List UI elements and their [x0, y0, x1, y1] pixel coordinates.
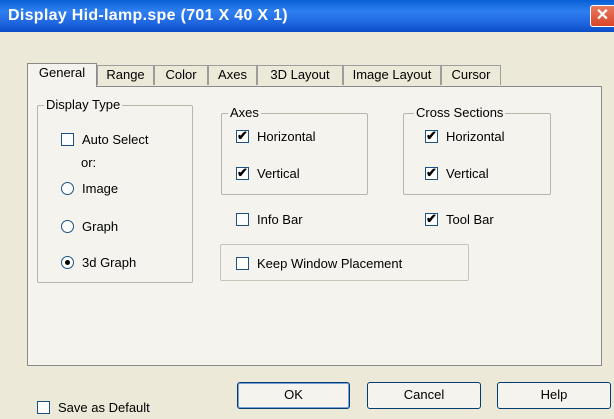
tab-general[interactable]: General — [27, 63, 97, 87]
tab-image-layout[interactable]: Image Layout — [343, 65, 441, 85]
ok-button[interactable]: OK — [237, 382, 350, 409]
axes-group: Axes — [221, 105, 368, 195]
axes-legend: Axes — [228, 105, 261, 120]
info-bar-label: Info Bar — [257, 212, 303, 227]
cross-sections-legend: Cross Sections — [414, 105, 506, 120]
radio-circle — [61, 220, 74, 233]
checkbox-box: ✔ — [425, 165, 438, 180]
tab-cursor[interactable]: Cursor — [441, 65, 501, 85]
checkbox-box — [37, 401, 50, 414]
axes-vertical-checkbox[interactable]: ✔ Vertical — [236, 165, 300, 181]
checkbox-box: ✔ — [236, 128, 249, 143]
cross-horizontal-label: Horizontal — [446, 129, 505, 144]
tab-range[interactable]: Range — [97, 65, 154, 85]
help-button[interactable]: Help — [497, 382, 611, 409]
check-icon: ✔ — [426, 128, 437, 143]
cross-horizontal-checkbox[interactable]: ✔ Horizontal — [425, 128, 505, 144]
radio-circle — [61, 256, 74, 269]
3d-graph-radio[interactable]: 3d Graph — [61, 255, 136, 270]
save-as-default-checkbox[interactable]: Save as Default — [37, 400, 150, 415]
image-label: Image — [82, 181, 119, 196]
display-type-legend: Display Type — [44, 97, 123, 112]
close-icon: ✕ — [595, 7, 610, 24]
tool-bar-label: Tool Bar — [446, 212, 494, 227]
tab-3d-layout[interactable]: 3D Layout — [257, 65, 343, 85]
tool-bar-checkbox[interactable]: ✔ Tool Bar — [425, 211, 494, 227]
check-icon: ✔ — [237, 165, 248, 180]
radio-selected-dot — [65, 260, 70, 265]
cross-vertical-label: Vertical — [446, 166, 489, 181]
axes-horizontal-label: Horizontal — [257, 129, 316, 144]
keep-window-placement-checkbox[interactable]: Keep Window Placement — [236, 256, 402, 271]
check-icon: ✔ — [237, 128, 248, 143]
check-icon: ✔ — [426, 165, 437, 180]
close-button[interactable]: ✕ — [590, 5, 614, 27]
window-title: Display Hid-lamp.spe (701 X 40 X 1) — [8, 7, 288, 24]
checkbox-box — [236, 257, 249, 270]
save-as-default-label: Save as Default — [58, 400, 150, 415]
checkbox-box: ✔ — [425, 211, 438, 226]
cross-sections-group: Cross Sections — [403, 105, 551, 195]
display-dialog: Display Hid-lamp.spe (701 X 40 X 1) ✕ Ge… — [0, 0, 614, 419]
checkbox-box — [236, 213, 249, 226]
graph-label: Graph — [82, 219, 119, 234]
tab-axes[interactable]: Axes — [208, 65, 257, 85]
axes-vertical-label: Vertical — [257, 166, 300, 181]
general-tab-panel: Display Type Auto Select or: Image Graph… — [27, 86, 602, 366]
tab-color[interactable]: Color — [154, 65, 208, 85]
radio-circle — [61, 182, 74, 195]
or-label: or: — [81, 155, 97, 170]
auto-select-label: Auto Select — [82, 132, 149, 147]
keep-window-placement-label: Keep Window Placement — [257, 256, 403, 271]
graph-radio[interactable]: Graph — [61, 219, 118, 234]
axes-horizontal-checkbox[interactable]: ✔ Horizontal — [236, 128, 316, 144]
auto-select-checkbox[interactable]: Auto Select — [61, 132, 149, 147]
image-radio[interactable]: Image — [61, 181, 118, 196]
cancel-button[interactable]: Cancel — [367, 382, 481, 409]
checkbox-box — [61, 133, 74, 146]
checkbox-box: ✔ — [425, 128, 438, 143]
3d-graph-label: 3d Graph — [82, 255, 137, 270]
check-icon: ✔ — [426, 211, 437, 226]
cross-vertical-checkbox[interactable]: ✔ Vertical — [425, 165, 489, 181]
title-bar[interactable]: Display Hid-lamp.spe (701 X 40 X 1) ✕ — [0, 0, 614, 32]
info-bar-checkbox[interactable]: Info Bar — [236, 212, 303, 227]
checkbox-box: ✔ — [236, 165, 249, 180]
